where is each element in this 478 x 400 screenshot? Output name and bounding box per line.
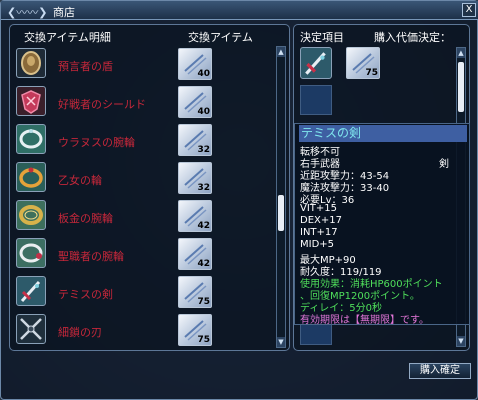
trade-qty: 40 — [197, 107, 210, 117]
item-name: 乙女の輪 — [58, 174, 102, 187]
price-scroll-icon[interactable]: 75 — [346, 47, 380, 79]
scroll-thumb[interactable] — [278, 195, 284, 231]
trade-scroll-icon[interactable]: 42 — [178, 238, 212, 270]
item-name: 聖職者の腕輪 — [58, 250, 124, 263]
scroll-down-icon[interactable]: ▼ — [277, 337, 285, 347]
ornament-icon: ❮〰〰❯ — [7, 6, 48, 19]
trade-qty: 42 — [197, 259, 210, 269]
ring-icon — [16, 162, 46, 192]
item-name: 板金の腕輪 — [58, 212, 113, 225]
item-name: 預言者の盾 — [58, 60, 113, 73]
tooltip-line: DEX+17 — [300, 215, 342, 226]
list-item[interactable]: ウラヌスの腕輪 32 — [14, 122, 272, 159]
scroll-thumb[interactable] — [458, 62, 464, 112]
price-header: 購入代価決定： — [374, 31, 451, 44]
trade-scroll-icon[interactable]: 75 — [178, 314, 212, 346]
scroll-up-icon[interactable]: ▲ — [457, 48, 465, 58]
tooltip-weapon-type: 剣 — [439, 159, 449, 170]
bracelet-icon — [16, 238, 46, 268]
shield-icon — [16, 48, 46, 78]
title-bar[interactable]: ❮〰〰❯ 商店 X — [1, 1, 478, 20]
tooltip-line: INT+17 — [300, 227, 338, 238]
trade-scroll-icon[interactable]: 75 — [178, 276, 212, 308]
item-name: 細鎖の刃 — [58, 326, 102, 339]
price-qty: 75 — [365, 68, 378, 78]
blade-icon — [16, 314, 46, 344]
item-list-header: 交換アイテム明細 — [24, 31, 111, 44]
item-list-scrollbar[interactable]: ▲ ▼ — [276, 46, 286, 348]
list-item[interactable]: 預言者の盾 40 — [14, 46, 272, 83]
scroll-up-icon[interactable]: ▲ — [277, 47, 285, 57]
trade-qty: 32 — [197, 145, 210, 155]
trade-qty: 75 — [197, 297, 210, 307]
list-item[interactable]: 聖職者の腕輪 42 — [14, 236, 272, 273]
bracelet-icon — [16, 200, 46, 230]
trade-qty: 32 — [197, 183, 210, 193]
trade-item-header: 交換アイテム — [188, 31, 253, 44]
confirm-purchase-button[interactable]: 購入確定 — [409, 363, 471, 379]
sword-icon — [16, 276, 46, 306]
item-name: 好戦者のシールド — [58, 98, 146, 111]
list-item[interactable]: テミスの剣 75 — [14, 274, 272, 311]
item-tooltip: テミスの剣 剣 転移不可 右手武器 近距攻撃力：43-54 魔法攻撃力：33-4… — [294, 123, 470, 326]
shop-item-list: 預言者の盾 40 好戦者のシールド 40 ウラヌスの腕輪 32 乙女の輪 32 … — [14, 46, 272, 348]
item-name: テミスの剣 — [58, 288, 113, 301]
trade-qty: 40 — [197, 69, 210, 79]
tooltip-title: テミスの剣 — [299, 125, 467, 142]
selected-sword-slot[interactable] — [300, 47, 332, 79]
trade-qty: 75 — [197, 335, 210, 345]
list-item[interactable]: 乙女の輪 32 — [14, 160, 272, 197]
trade-scroll-icon[interactable]: 42 — [178, 200, 212, 232]
battle-shield-icon — [16, 86, 46, 116]
empty-slot[interactable] — [300, 85, 332, 115]
shop-window: ❮〰〰❯ 商店 X 交換アイテム明細 交換アイテム 預言者の盾 40 好戦者のシ… — [0, 0, 478, 400]
window-title: 商店 — [53, 6, 75, 19]
trade-scroll-icon[interactable]: 32 — [178, 162, 212, 194]
trade-qty: 42 — [197, 221, 210, 231]
trade-scroll-icon[interactable]: 40 — [178, 48, 212, 80]
trade-scroll-icon[interactable]: 32 — [178, 124, 212, 156]
tooltip-line: VIT+15 — [300, 203, 338, 214]
tooltip-line: MID+5 — [300, 239, 335, 250]
tooltip-expiry-line: 有効期限は【無期限】です。 — [300, 315, 429, 326]
bracelet-icon — [16, 124, 46, 154]
shop-item-panel: 交換アイテム明細 交換アイテム 預言者の盾 40 好戦者のシールド 40 ウラヌ… — [9, 24, 290, 351]
list-item[interactable]: 板金の腕輪 42 — [14, 198, 272, 235]
scroll-down-icon[interactable]: ▼ — [457, 336, 465, 346]
item-name: ウラヌスの腕輪 — [58, 136, 135, 149]
list-item[interactable]: 細鎖の刃 75 — [14, 312, 272, 349]
sword-icon — [305, 52, 326, 75]
close-button[interactable]: X — [462, 3, 476, 17]
selected-items-header: 決定項目 — [300, 31, 344, 44]
trade-scroll-icon[interactable]: 40 — [178, 86, 212, 118]
list-item[interactable]: 好戦者のシールド 40 — [14, 84, 272, 121]
